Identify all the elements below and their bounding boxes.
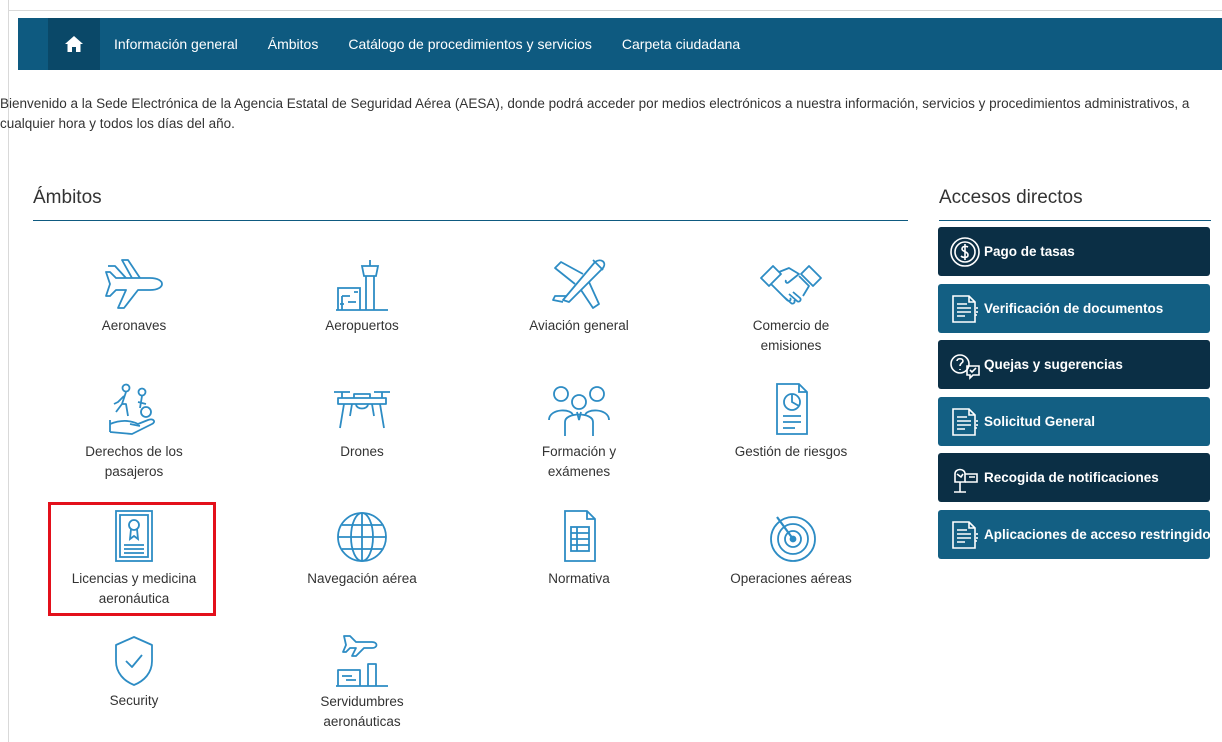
ambito-label-line2: aeronáuticas <box>323 714 401 729</box>
radar-icon <box>770 516 816 562</box>
page-border-top <box>8 10 1222 11</box>
ambito-label-line2: pasajeros <box>104 464 164 479</box>
ambito-derechos-pasajeros[interactable]: Derechos de los pasajeros <box>54 382 214 482</box>
passengers-hand-icon <box>109 383 155 435</box>
ambito-aviacion-general[interactable]: Aviación general <box>499 256 659 336</box>
ambito-label: Aeronaves <box>101 318 167 333</box>
nav-informacion-general[interactable]: Información general <box>114 36 238 52</box>
ambito-comercio-emisiones[interactable]: Comercio de emisiones <box>711 256 871 356</box>
pago-tasas-button[interactable]: Pago de tasas <box>938 227 1210 276</box>
ambito-label: Aviación general <box>529 318 629 333</box>
ambito-label: Normativa <box>548 571 610 586</box>
mailbox-icon <box>948 461 982 495</box>
accesos-divider <box>939 220 1211 221</box>
ambito-label: Operaciones aéreas <box>730 571 852 586</box>
recogida-notificaciones-button[interactable]: Recogida de notificaciones <box>938 453 1210 502</box>
ambito-gestion-riesgos[interactable]: Gestión de riesgos <box>711 382 871 462</box>
risk-document-icon <box>776 383 808 435</box>
welcome-text: Bienvenido a la Sede Electrónica de la A… <box>0 96 1190 131</box>
pago-tasas-label: Pago de tasas <box>984 244 1075 259</box>
document-lock-icon <box>948 518 982 552</box>
solicitud-general-button[interactable]: Solicitud General <box>938 397 1210 446</box>
light-aircraft-icon <box>552 259 606 309</box>
document-form-icon <box>948 405 982 439</box>
ambito-aeronaves[interactable]: Aeronaves <box>54 256 214 336</box>
ambito-label: Derechos de los <box>85 444 183 459</box>
handshake-icon <box>760 265 822 305</box>
ambito-label: Navegación aérea <box>307 571 417 586</box>
main-navbar: Información general Ámbitos Catálogo de … <box>18 18 1222 70</box>
aplicaciones-acceso-restringido-label: Aplicaciones de acceso restringido <box>984 527 1210 542</box>
ambitos-divider <box>33 220 908 221</box>
document-check-icon <box>948 292 982 326</box>
shield-check-icon <box>115 636 153 686</box>
speech-question-icon <box>948 348 982 382</box>
drone-icon <box>334 391 390 429</box>
airplane-icon <box>105 259 163 309</box>
verificacion-documentos-label: Verificación de documentos <box>984 301 1164 316</box>
ambito-operaciones-aereas[interactable]: Operaciones aéreas <box>711 509 871 589</box>
ambito-label: Servidumbres <box>320 694 404 709</box>
dollar-coin-icon <box>948 235 982 269</box>
ambito-aeropuertos[interactable]: Aeropuertos <box>282 256 442 336</box>
aplicaciones-acceso-restringido-button[interactable]: Aplicaciones de acceso restringido <box>938 510 1210 559</box>
ambito-label-line2: emisiones <box>760 338 822 353</box>
recogida-notificaciones-label: Recogida de notificaciones <box>984 470 1159 485</box>
ambito-security[interactable]: Security <box>54 635 214 711</box>
ambito-formacion-examenes[interactable]: Formación y exámenes <box>499 382 659 482</box>
ambito-servidumbres[interactable]: Servidumbres aeronáuticas <box>282 632 442 732</box>
ambito-normativa[interactable]: Normativa <box>499 509 659 589</box>
solicitud-general-label: Solicitud General <box>984 414 1096 429</box>
accesos-title: Accesos directos <box>939 187 1083 208</box>
nav-ambitos[interactable]: Ámbitos <box>268 36 319 52</box>
people-group-icon <box>548 386 610 436</box>
home-icon <box>65 36 83 52</box>
nav-catalogo[interactable]: Catálogo de procedimientos y servicios <box>348 36 592 52</box>
ambito-label: Gestión de riesgos <box>734 444 848 459</box>
airport-easement-icon <box>336 635 388 687</box>
ambito-label-line2: exámenes <box>547 464 611 479</box>
airport-tower-icon <box>336 260 388 311</box>
quejas-sugerencias-label: Quejas y sugerencias <box>984 357 1123 372</box>
verificacion-documentos-button[interactable]: Verificación de documentos <box>938 284 1210 333</box>
ambito-drones[interactable]: Drones <box>282 382 442 462</box>
ambitos-title: Ámbitos <box>33 187 102 208</box>
home-button[interactable] <box>48 18 100 70</box>
globe-icon <box>337 512 387 562</box>
ambito-label: Aeropuertos <box>325 318 399 333</box>
quejas-sugerencias-button[interactable]: Quejas y sugerencias <box>938 340 1210 389</box>
ambito-label: Formación y <box>541 444 617 459</box>
ambito-navegacion-aerea[interactable]: Navegación aérea <box>282 509 442 589</box>
nav-carpeta-ciudadana[interactable]: Carpeta ciudadana <box>622 36 740 52</box>
highlight-box <box>48 502 216 616</box>
ambito-label: Security <box>109 693 159 708</box>
document-list-icon <box>564 510 596 562</box>
ambito-label: Comercio de <box>752 318 830 333</box>
ambito-label: Drones <box>340 444 384 459</box>
